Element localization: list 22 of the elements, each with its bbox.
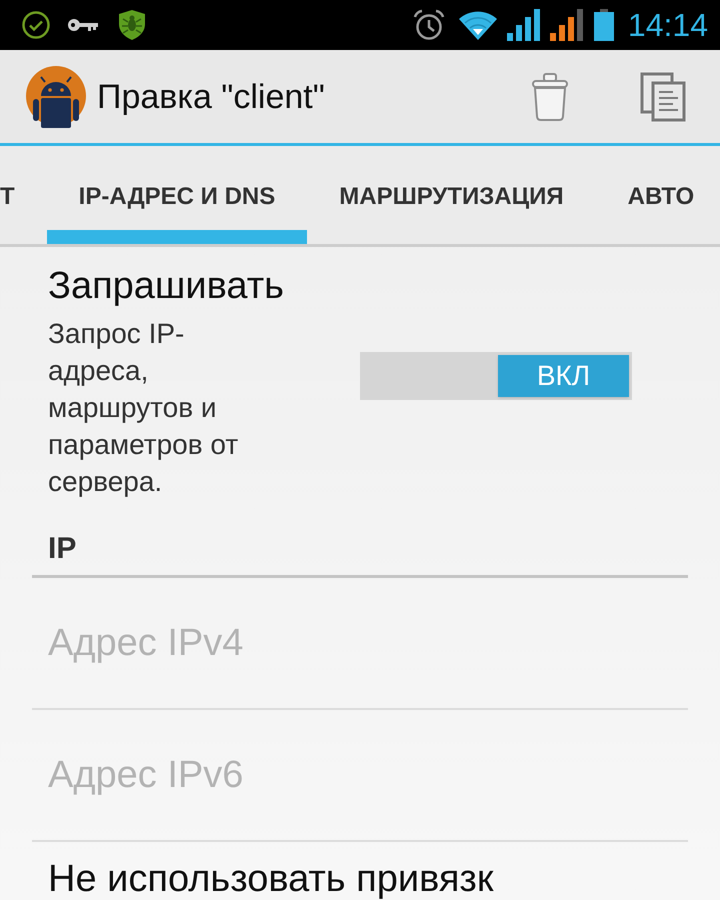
tab[interactable]: АВТО [596, 146, 720, 244]
setting-summary: Запрос IP-адреса, маршрутов и параметров от сервера. [48, 317, 240, 499]
signal-icon [506, 9, 541, 41]
copy-icon[interactable] [640, 72, 686, 122]
trash-icon[interactable] [531, 72, 569, 120]
setting-title: Запрашивать [48, 264, 285, 308]
screen-title: Правка "client" [97, 76, 325, 116]
wifi-icon [458, 10, 498, 40]
tab[interactable]: МАРШРУТИЗАЦИЯ [307, 146, 596, 244]
clock-time: 14:14 [628, 7, 708, 43]
section-header: IP [47, 531, 78, 567]
signal-icon [550, 9, 584, 41]
input-field[interactable]: Адрес IPv6 [32, 710, 688, 840]
check-circle-icon [22, 11, 50, 39]
robot-logo-icon[interactable] [24, 66, 88, 128]
setting-title[interactable]: Не использовать привязк [32, 842, 688, 899]
key-icon [68, 18, 98, 32]
shield-icon [118, 10, 146, 40]
input-field[interactable]: Адрес IPv4 [32, 578, 688, 708]
battery-icon [594, 9, 614, 41]
tab[interactable]: Т [0, 146, 47, 244]
alarm-clock-icon [412, 9, 445, 41]
